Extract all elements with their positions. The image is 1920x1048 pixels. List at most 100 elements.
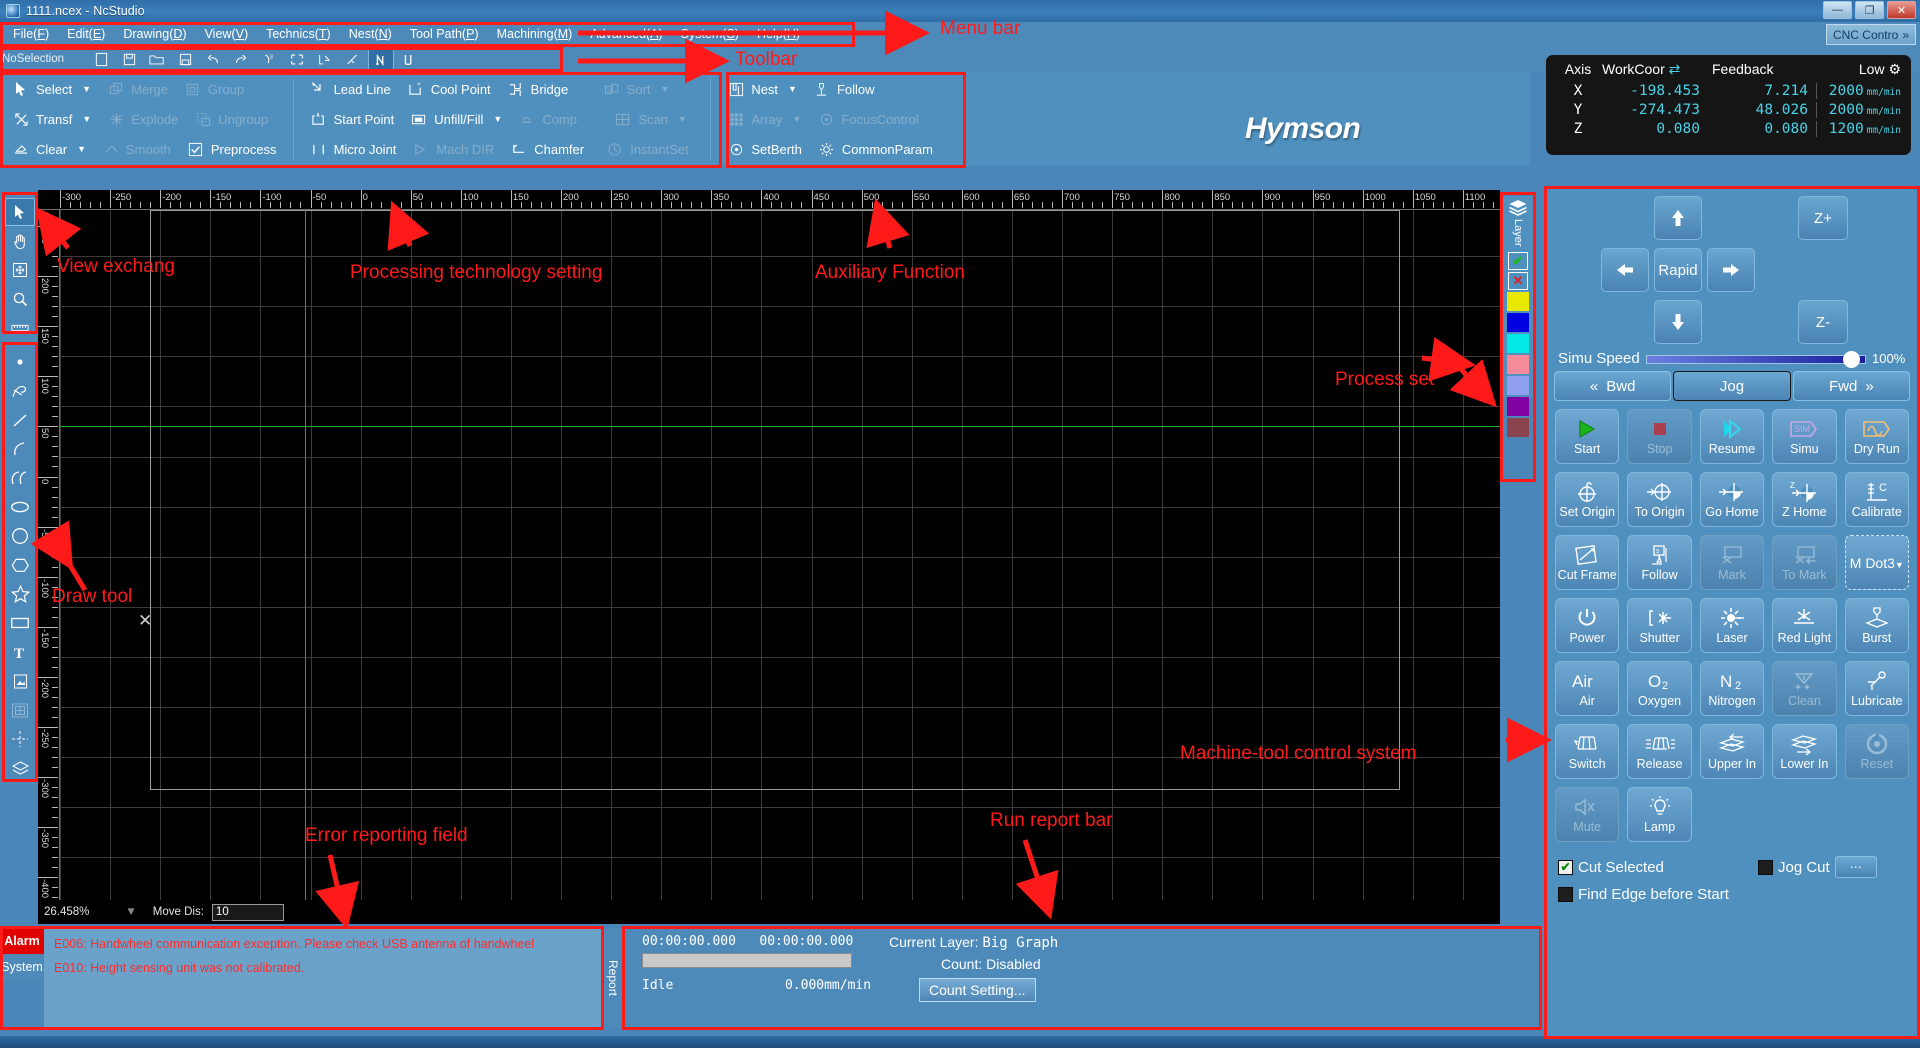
nitrogen-button[interactable]: N 2 Nitrogen <box>1699 661 1765 716</box>
jog-cut-more-button[interactable]: ⋯ <box>1834 856 1877 878</box>
menu-item-edite[interactable]: Edit(E) <box>58 24 114 44</box>
rectangle-tool[interactable] <box>5 609 35 637</box>
simu-button[interactable]: SIM Simu <box>1772 409 1837 464</box>
jog-cut-option[interactable]: Jog Cut ⋯ <box>1758 856 1877 878</box>
close-button[interactable]: ✕ <box>1887 1 1916 19</box>
shutter-button[interactable]: Shutter <box>1627 598 1692 653</box>
cut-selected-checkbox[interactable]: ✔ <box>1558 859 1573 875</box>
unfill-fill-button[interactable]: Unfill/Fill ▼ <box>402 105 510 134</box>
menu-item-helph[interactable]: Help(H) <box>748 24 809 44</box>
menu-item-drawingd[interactable]: Drawing(D) <box>114 24 195 44</box>
point-tool[interactable] <box>5 348 35 376</box>
cnc-control-button[interactable]: CNC Contro » <box>1825 24 1916 45</box>
scan-button[interactable]: Scan ▼ <box>606 105 702 134</box>
power-button[interactable]: Power <box>1555 598 1620 653</box>
menu-item-advanceda[interactable]: Advanced(A) <box>581 24 671 44</box>
zoom-tool[interactable] <box>5 285 35 313</box>
measure-icon[interactable] <box>312 48 338 70</box>
layer-color-swatch[interactable] <box>1507 396 1529 416</box>
jog-cut-checkbox[interactable] <box>1758 859 1773 875</box>
jog-down-button[interactable] <box>1654 300 1702 344</box>
z-plus-button[interactable]: Z+ <box>1798 196 1848 240</box>
import-icon[interactable]: 3 <box>256 48 282 70</box>
follow-button[interactable]: Follow <box>805 75 883 104</box>
red-light-button[interactable]: Red Light <box>1772 598 1837 653</box>
cut-selected-option[interactable]: ✔ Cut Selected <box>1558 859 1758 876</box>
save-icon[interactable] <box>116 48 142 70</box>
minimize-button[interactable]: — <box>1823 1 1852 19</box>
lamp-button[interactable]: Lamp <box>1627 787 1692 842</box>
tab-report[interactable]: Report <box>602 928 624 1028</box>
jog-left-button[interactable] <box>1601 248 1649 292</box>
chevron-down-icon[interactable]: ▼ <box>82 84 91 94</box>
laser-button[interactable]: Laser <box>1699 598 1765 653</box>
simu-speed-slider[interactable] <box>1645 350 1866 368</box>
chevron-down-icon[interactable]: ▼ <box>792 114 801 124</box>
star-tool[interactable] <box>5 580 35 608</box>
layer-color-swatch[interactable] <box>1507 312 1529 332</box>
tab-alarm[interactable]: Alarm <box>0 928 44 954</box>
reset-button[interactable]: Reset <box>1844 724 1909 779</box>
select-tool[interactable] <box>5 198 35 226</box>
menu-item-nestn[interactable]: Nest(N) <box>340 24 401 44</box>
lower-in-button[interactable]: Lower In <box>1772 724 1837 779</box>
jog-up-button[interactable] <box>1654 196 1702 240</box>
lubricate-button[interactable]: Lubricate <box>1844 661 1909 716</box>
arc3-tool[interactable] <box>5 464 35 492</box>
sort-button[interactable]: 12 Sort ▼ <box>595 75 691 104</box>
comp-button[interactable]: Comp <box>510 105 606 134</box>
to-origin-button[interactable]: To Origin <box>1627 472 1692 527</box>
clear-button[interactable]: Clear ▼ <box>4 135 94 164</box>
micro-joint-button[interactable]: Micro Joint <box>302 135 405 164</box>
chamfer-button[interactable]: Chamfer <box>502 135 598 164</box>
text-tool[interactable]: T <box>5 638 35 666</box>
smooth-button[interactable]: Smooth <box>94 135 179 164</box>
to-mark-button[interactable]: To Mark <box>1772 535 1837 590</box>
chevron-down-icon[interactable]: ▼ <box>493 114 502 124</box>
layers-icon[interactable] <box>1508 199 1528 216</box>
polyline-tool[interactable] <box>5 377 35 405</box>
polygon-tool[interactable] <box>5 551 35 579</box>
node-icon-1[interactable] <box>368 48 394 70</box>
new-file-icon[interactable] <box>88 48 114 70</box>
menu-item-filef[interactable]: File(F) <box>4 24 58 44</box>
menu-item-machiningm[interactable]: Machining(M) <box>488 24 582 44</box>
m-dot3-button[interactable]: M Dot3▼ <box>1844 535 1909 590</box>
bridge-button[interactable]: Bridge <box>499 75 595 104</box>
save-as-icon[interactable] <box>172 48 198 70</box>
arc-tool[interactable] <box>5 435 35 463</box>
chevron-down-icon[interactable]: ▼ <box>678 114 687 124</box>
chevron-down-icon[interactable]: ▼ <box>788 84 797 94</box>
open-folder-icon[interactable] <box>144 48 170 70</box>
resume-button[interactable]: Resume <box>1699 409 1765 464</box>
jog-mode-button[interactable]: Jog <box>1673 371 1791 401</box>
nest-button[interactable]: Nest ▼ <box>719 75 805 104</box>
calibrate-button[interactable]: C Calibrate <box>1844 472 1909 527</box>
menu-item-systems[interactable]: System(S) <box>672 24 748 44</box>
dry-run-button[interactable]: Dry Run <box>1844 409 1909 464</box>
layer-visible-toggle[interactable]: ✔ <box>1508 251 1528 270</box>
common-param-button[interactable]: CommonParam <box>810 135 941 164</box>
pan-tool[interactable] <box>5 227 35 255</box>
clean-button[interactable]: Clean <box>1772 661 1837 716</box>
jog-right-button[interactable] <box>1707 248 1755 292</box>
switch-button[interactable]: Switch <box>1555 724 1620 779</box>
frame-tool[interactable] <box>5 696 35 724</box>
cool-point-button[interactable]: * Cool Point <box>399 75 499 104</box>
find-edge-option[interactable]: Find Edge before Start <box>1558 886 1906 903</box>
transform-button[interactable]: Transf ▼ <box>4 105 99 134</box>
frame-icon[interactable] <box>284 48 310 70</box>
z-home-button[interactable]: Z Z Home <box>1772 472 1837 527</box>
air-button[interactable]: Air Air <box>1555 661 1620 716</box>
instantset-button[interactable]: InstantSet <box>598 135 697 164</box>
preprocess-button[interactable]: Preprocess <box>179 135 285 164</box>
drawing-canvas[interactable]: -300 -250 -200 -150 -100 -50 0 50 100 150 200 250 30… <box>38 190 1500 900</box>
upper-in-button[interactable]: Upper In <box>1699 724 1765 779</box>
line-tool[interactable] <box>5 406 35 434</box>
layer-color-swatch[interactable] <box>1507 354 1529 374</box>
edit-path-icon[interactable] <box>340 48 366 70</box>
release-button[interactable]: Release <box>1627 724 1692 779</box>
slider-knob[interactable] <box>1843 350 1860 368</box>
set-origin-button[interactable]: Set Origin <box>1555 472 1620 527</box>
ellipse-tool[interactable] <box>5 493 35 521</box>
